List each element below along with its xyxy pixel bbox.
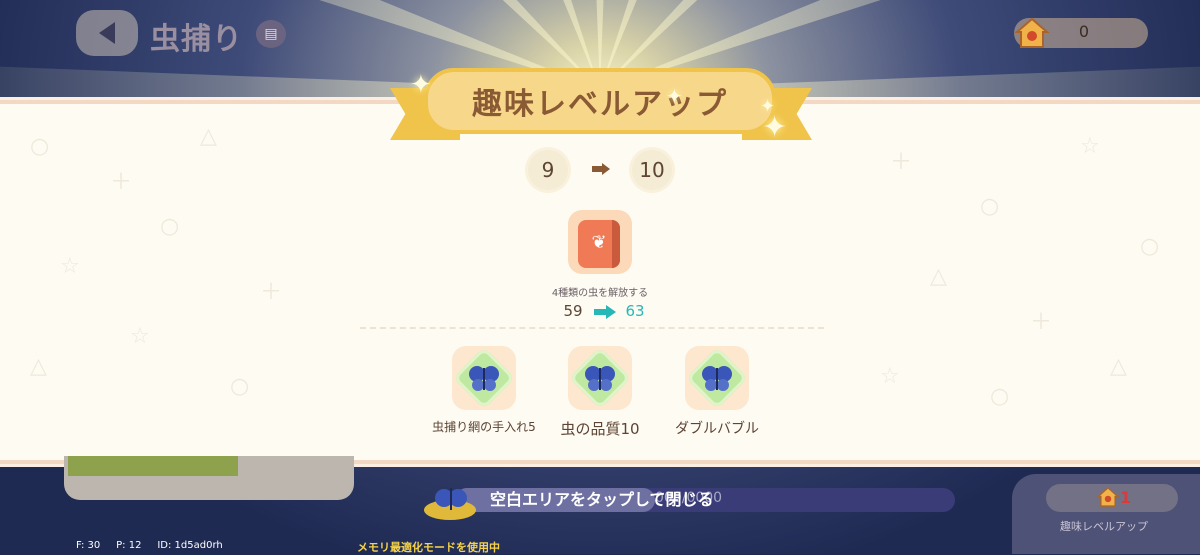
sparkle-icon: ✦ bbox=[666, 84, 683, 108]
close-hint: 空白エリアをタップして閉じる bbox=[490, 490, 714, 509]
blue-butterfly-icon bbox=[469, 366, 499, 391]
sparkle-icon: ✦ bbox=[762, 110, 788, 145]
arrow-right-icon bbox=[592, 163, 610, 175]
back-button[interactable] bbox=[76, 10, 138, 56]
currency-value: 0 bbox=[1078, 22, 1090, 41]
skill-label: 虫捕り網の手入れ5 bbox=[432, 420, 536, 434]
memory-mode-notice: メモリ最適化モードを使用中 bbox=[357, 541, 500, 554]
skill-item bbox=[568, 346, 632, 410]
popup-title: 趣味レベルアップ bbox=[472, 87, 728, 122]
blue-butterfly-icon bbox=[702, 366, 732, 391]
title-banner: 趣味レベルアップ bbox=[390, 68, 812, 148]
butterfly-book-icon: ❦ bbox=[578, 220, 620, 268]
sparkle-icon: ✦ bbox=[410, 70, 432, 100]
reward-description: 4種類の虫を解放する bbox=[551, 288, 649, 299]
skill-label: 虫の品質10 bbox=[560, 420, 640, 438]
bug-nest-icon bbox=[424, 488, 476, 520]
house-icon bbox=[1096, 487, 1120, 507]
blue-butterfly-icon bbox=[585, 366, 615, 391]
divider bbox=[360, 327, 824, 329]
skill-label: ダブルバブル bbox=[675, 421, 759, 437]
level-up-label: 趣味レベルアップ bbox=[1060, 520, 1148, 533]
skill-item bbox=[452, 346, 516, 410]
level-up-count: 1 bbox=[1120, 488, 1132, 507]
level-to: 10 bbox=[632, 150, 672, 190]
reward-to-value: 63 bbox=[625, 302, 645, 320]
level-from: 9 bbox=[528, 150, 568, 190]
house-icon bbox=[1014, 17, 1050, 48]
banner-body: 趣味レベルアップ bbox=[424, 68, 776, 134]
screen-title: 虫捕り bbox=[150, 22, 243, 57]
skill-item bbox=[685, 346, 749, 410]
hobby-card bbox=[64, 456, 354, 500]
arrow-right-icon bbox=[594, 305, 616, 319]
reward-from-value: 59 bbox=[563, 302, 583, 320]
book-icon[interactable]: ▤ bbox=[256, 20, 286, 48]
debug-stats: F: 30 P: 12 ID: 1d5ad0rh bbox=[76, 540, 223, 551]
back-arrow-icon bbox=[99, 22, 115, 44]
